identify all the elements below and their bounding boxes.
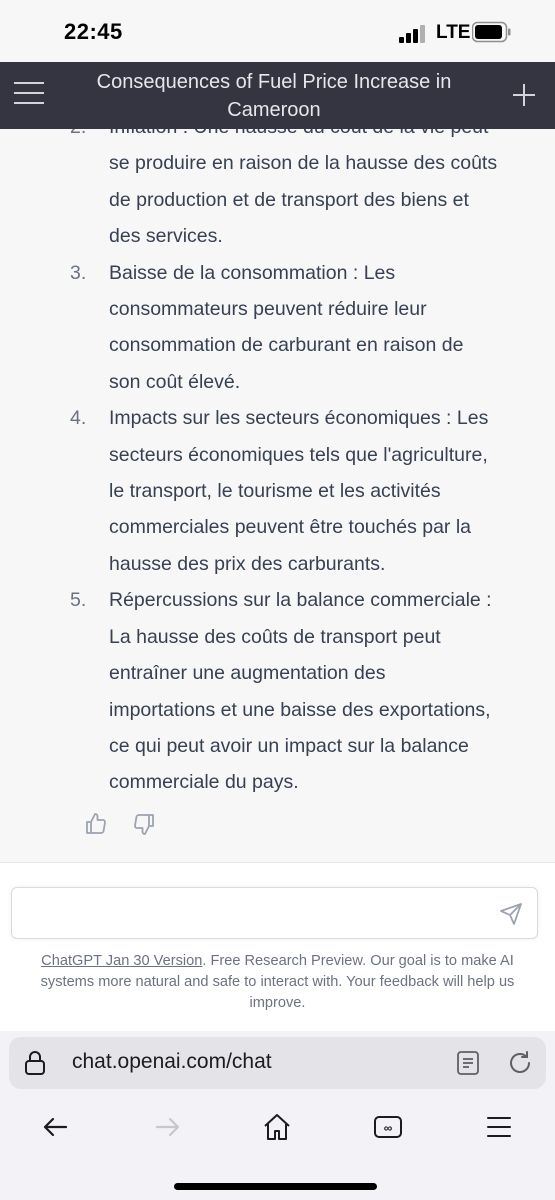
list-item-line: se produire en raison de la hausse des c…	[109, 152, 498, 175]
status-time: 22:45	[64, 19, 123, 44]
list-item-line: Inflation : Une hausse du coût de la vie…	[109, 129, 531, 145]
list-item-line: secteurs économiques tels que l'agricult…	[109, 443, 488, 466]
svg-text:∞: ∞	[384, 1121, 393, 1135]
list-item-line: Impacts sur les secteurs économiques : L…	[109, 407, 489, 430]
url-text[interactable]: chat.openai.com/chat	[72, 1050, 272, 1074]
network-label: LTE	[436, 22, 471, 43]
list-item-line: Répercussions sur la balance commerciale…	[109, 589, 492, 612]
thumbs-down-icon[interactable]	[132, 812, 156, 836]
forward-icon[interactable]	[147, 1111, 187, 1143]
list-item-line: Baisse de la consommation : Les	[109, 261, 396, 284]
menu-icon[interactable]	[479, 1111, 519, 1143]
list-item-line: de production et de transport des biens …	[109, 188, 469, 211]
reload-icon[interactable]	[507, 1050, 533, 1076]
list-item: 3. Baisse de la consommation : Les consomm…	[0, 255, 555, 401]
browser-nav: ∞	[0, 1111, 555, 1151]
list-item-line: hausse des prix des carburants.	[109, 552, 386, 575]
list-item-line: commerciales peuvent être touchés par la	[109, 516, 472, 539]
list-item-line: importations et une baisse des exportati…	[109, 698, 491, 721]
message-input[interactable]	[22, 898, 492, 930]
list-item-line: des services.	[109, 225, 223, 248]
plus-icon[interactable]	[511, 82, 537, 108]
list-item-number: 5.	[70, 589, 87, 612]
back-icon[interactable]	[36, 1111, 76, 1143]
reader-icon[interactable]	[456, 1050, 480, 1076]
list-item-line: le transport, le tourisme et les activit…	[109, 480, 441, 503]
list-item-line: consommateurs peuvent réduire leur	[109, 298, 427, 321]
battery-icon	[472, 21, 511, 43]
list-item-line: son coût élevé.	[109, 370, 241, 393]
conversation-title: Consequences of Fuel Price Increase in C…	[96, 71, 452, 121]
list-item-line: consommation de carburant en raison de	[109, 334, 464, 357]
tabs-icon[interactable]: ∞	[368, 1111, 408, 1143]
disclaimer: ChatGPT Jan 30 Version. Free Research Pr…	[14, 951, 541, 1014]
composer-area: ChatGPT Jan 30 Version. Free Research Pr…	[0, 863, 555, 1031]
version-link[interactable]: ChatGPT Jan 30 Version	[41, 953, 202, 969]
message-composer	[11, 887, 538, 939]
menu-icon[interactable]	[14, 82, 44, 108]
home-icon[interactable]	[257, 1111, 297, 1143]
list-item-number: 4.	[70, 407, 87, 430]
browser-toolbar: chat.openai.com/chat ∞	[0, 1031, 555, 1200]
list-item-number: 2.	[70, 129, 86, 145]
list-item-number: 3.	[70, 261, 87, 284]
status-bar: 22:45 LTE	[0, 0, 555, 62]
lock-icon	[25, 1051, 45, 1075]
signal-icon	[399, 25, 425, 43]
list-item: 4. Impacts sur les secteurs économiques :…	[0, 400, 555, 582]
list-item-line: La hausse des coûts de transport peut	[109, 625, 441, 648]
conversation-area: 2. Inflation : Une hausse du coût de la v…	[0, 129, 555, 862]
list-item: 2. Inflation : Une hausse du coût de la v…	[0, 129, 555, 255]
list-item-line: ce qui peut avoir un impact sur la balan…	[109, 734, 469, 757]
address-bar[interactable]: chat.openai.com/chat	[9, 1037, 546, 1089]
app-header: Consequences of Fuel Price Increase in C…	[0, 62, 555, 129]
thumbs-up-icon[interactable]	[84, 812, 108, 836]
response-list: 2. Inflation : Une hausse du coût de la v…	[0, 129, 555, 801]
home-indicator	[174, 1183, 377, 1190]
list-item-line: commerciale du pays.	[109, 771, 299, 794]
list-item: 5. Répercussions sur la balance commercia…	[0, 582, 555, 800]
send-icon[interactable]	[499, 902, 523, 926]
feedback-buttons	[84, 812, 164, 838]
list-item-line: entraîner une augmentation des	[109, 662, 386, 685]
